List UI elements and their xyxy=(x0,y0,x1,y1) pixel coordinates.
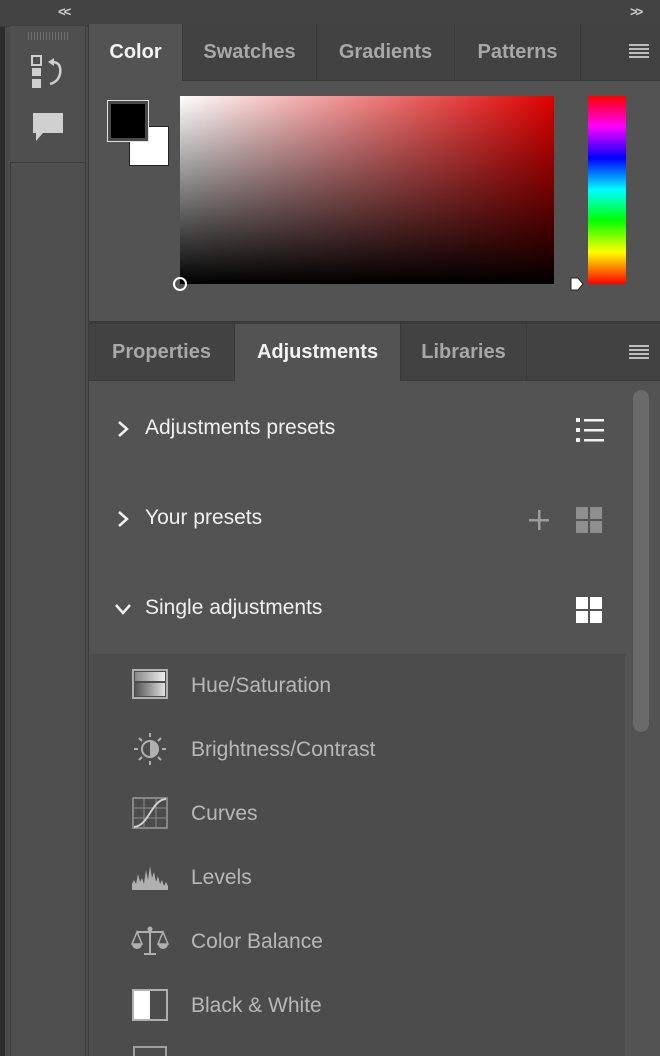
add-icon[interactable] xyxy=(527,508,551,532)
grid-view-icon[interactable] xyxy=(575,506,603,534)
list-item-levels[interactable]: Levels xyxy=(89,846,624,910)
hue-slider[interactable] xyxy=(588,96,626,284)
levels-icon xyxy=(132,866,168,890)
tab-color[interactable]: Color xyxy=(89,24,183,81)
history-icon[interactable] xyxy=(30,54,66,90)
single-adjustments-list: Hue/Saturation Brightness/Contrast Curve… xyxy=(89,654,625,1056)
drag-grip[interactable] xyxy=(28,32,68,40)
section-single-adjustments[interactable]: Single adjustments xyxy=(89,580,629,640)
tab-adjustments[interactable]: Adjustments xyxy=(235,324,401,381)
list-item-curves[interactable]: Curves xyxy=(89,782,624,846)
tab-gradients[interactable]: Gradients xyxy=(317,24,455,80)
window-left-edge xyxy=(0,0,5,1056)
list-item-color-balance[interactable]: Color Balance xyxy=(89,910,624,974)
list-item-label: Hue/Saturation xyxy=(191,674,332,697)
collapse-right-button[interactable]: >> xyxy=(630,4,643,19)
adjustments-panel: Properties Adjustments Libraries Adjustm… xyxy=(88,324,660,1056)
list-item-next-icon xyxy=(133,1046,167,1056)
list-item-black-white[interactable]: Black & White xyxy=(89,974,624,1038)
grid-view-icon[interactable] xyxy=(575,596,603,624)
adjustments-scrollbar-thumb[interactable] xyxy=(633,390,649,732)
foreground-color-swatch[interactable] xyxy=(107,100,149,142)
chevron-down-icon[interactable] xyxy=(113,598,133,620)
chevron-right-icon[interactable] xyxy=(113,508,133,530)
tab-patterns[interactable]: Patterns xyxy=(455,24,581,80)
curves-icon xyxy=(132,797,168,829)
tool-strip xyxy=(10,26,86,1056)
list-item-label: Curves xyxy=(191,802,258,825)
section-label: Adjustments presets xyxy=(145,416,336,439)
section-your-presets[interactable]: Your presets xyxy=(89,490,629,550)
list-item-hue-saturation[interactable]: Hue/Saturation xyxy=(89,654,624,718)
list-view-icon[interactable] xyxy=(575,416,605,444)
hue-slider-thumb[interactable] xyxy=(569,276,585,292)
color-picker-cursor[interactable] xyxy=(173,277,187,291)
section-adjustments-presets[interactable]: Adjustments presets xyxy=(89,400,629,460)
section-label: Your presets xyxy=(145,506,263,529)
color-panel-tabs: Color Swatches Gradients Patterns xyxy=(89,24,660,81)
dock-header xyxy=(0,0,660,27)
color-field[interactable] xyxy=(173,96,554,291)
tab-swatches[interactable]: Swatches xyxy=(183,24,317,80)
adjustments-panel-menu-icon[interactable] xyxy=(629,345,649,359)
adjustments-panel-tabs: Properties Adjustments Libraries xyxy=(89,324,660,381)
list-item-label: Color Balance xyxy=(191,930,323,953)
comments-icon[interactable] xyxy=(30,110,66,146)
brightness-contrast-icon xyxy=(134,733,166,765)
hue-saturation-icon xyxy=(132,669,168,699)
collapse-left-button[interactable]: << xyxy=(58,4,71,19)
list-item-label: Black & White xyxy=(191,994,322,1017)
black-white-icon xyxy=(132,989,168,1021)
list-item-brightness-contrast[interactable]: Brightness/Contrast xyxy=(89,718,624,782)
list-item-label: Levels xyxy=(191,866,252,889)
list-item-label: Brightness/Contrast xyxy=(191,738,376,761)
section-label: Single adjustments xyxy=(145,596,323,619)
tab-libraries[interactable]: Libraries xyxy=(401,324,527,380)
chevron-right-icon[interactable] xyxy=(113,418,133,440)
color-panel-menu-icon[interactable] xyxy=(629,44,649,58)
tab-properties[interactable]: Properties xyxy=(89,324,235,380)
color-balance-icon xyxy=(131,926,169,955)
